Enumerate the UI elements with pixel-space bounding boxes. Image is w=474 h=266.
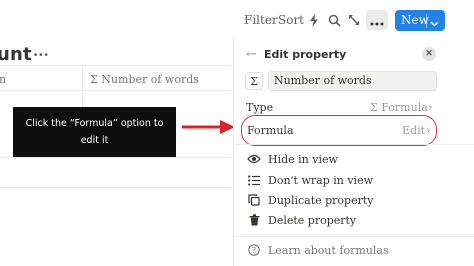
chevron-down-icon[interactable] — [430, 16, 439, 30]
list-icon — [246, 172, 262, 188]
duplicate-icon — [246, 192, 262, 208]
table-header-top-border — [0, 65, 231, 66]
formula-option[interactable]: Formula Edit › — [241, 115, 437, 146]
table-row-border — [0, 187, 231, 188]
panel-title: Edit property — [264, 48, 347, 61]
eye-icon — [246, 151, 262, 167]
panel-divider — [234, 144, 474, 145]
learn-label: Learn about formulas — [268, 243, 389, 257]
top-toolbar: Filter Sort New — [0, 0, 474, 40]
type-label: Type — [246, 101, 274, 114]
hide-in-view-button[interactable]: Hide in view — [246, 150, 446, 168]
table-row-border — [0, 157, 231, 158]
delete-property-button[interactable]: Delete property — [246, 211, 446, 229]
property-name-input[interactable]: Number of words — [268, 71, 437, 91]
callout-arrow-icon — [182, 120, 235, 134]
svg-text:?: ? — [252, 246, 256, 255]
column-header-label: Number of words — [101, 73, 199, 86]
page-title: unt — [0, 44, 32, 65]
new-button[interactable]: New — [395, 10, 445, 31]
more-icon — [370, 11, 384, 30]
close-icon[interactable]: ✕ — [422, 47, 436, 61]
tutorial-callout: Click the “Formula” option to edit it — [13, 107, 176, 157]
panel-divider — [234, 236, 474, 237]
type-value: Σ Formula — [370, 101, 428, 114]
help-icon: ? — [246, 242, 262, 258]
formula-label: Formula — [247, 124, 294, 137]
expand-icon[interactable] — [346, 12, 362, 28]
edit-property-panel: ← Edit property ✕ Σ Number of words Type… — [233, 38, 474, 266]
column-header-name[interactable]: n — [0, 73, 6, 86]
sigma-icon: Σ — [90, 73, 102, 86]
action-label: Don't wrap in view — [268, 173, 373, 187]
lightning-icon[interactable] — [306, 12, 322, 28]
learn-about-formulas-link[interactable]: ? Learn about formulas — [246, 241, 446, 259]
table-header-bottom-border — [0, 90, 231, 91]
more-options-button[interactable] — [366, 10, 388, 30]
chevron-right-icon: › — [426, 124, 431, 137]
back-arrow-icon[interactable]: ← — [246, 47, 257, 62]
formula-edit-label: Edit — [402, 124, 426, 137]
sort-button[interactable]: Sort — [278, 13, 304, 27]
new-button-label: New — [401, 13, 429, 27]
action-label: Hide in view — [268, 152, 338, 166]
trash-icon — [246, 212, 262, 228]
new-button-separator — [426, 13, 427, 28]
title-more-icon[interactable]: ··· — [33, 46, 49, 64]
filter-button[interactable]: Filter — [244, 13, 278, 27]
action-label: Delete property — [268, 213, 357, 227]
property-icon-button[interactable]: Σ — [245, 72, 263, 90]
duplicate-property-button[interactable]: Duplicate property — [246, 191, 446, 209]
column-header-number-of-words[interactable]: Σ Number of words — [90, 73, 199, 86]
search-icon[interactable] — [326, 12, 342, 28]
dont-wrap-button[interactable]: Don't wrap in view — [246, 171, 446, 189]
action-label: Duplicate property — [268, 193, 374, 207]
chevron-right-icon: › — [428, 101, 433, 114]
